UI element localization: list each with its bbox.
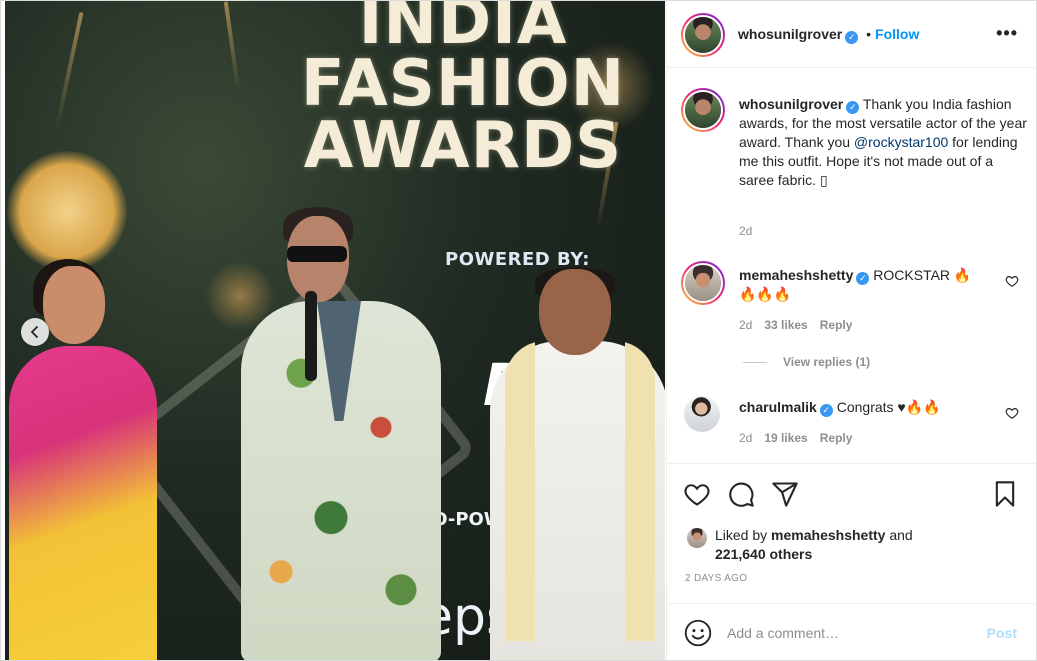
reply-button[interactable]: Reply — [820, 431, 853, 445]
emoji-icon[interactable] — [684, 619, 712, 647]
comment-body: Congrats ♥🔥🔥 — [836, 399, 941, 415]
post-header: whosunilgrover ✓ • Follow ••• — [667, 1, 1036, 68]
avatar-image — [685, 17, 721, 53]
likes-prefix: Liked by — [715, 527, 768, 543]
likes-text: Liked by memaheshshetty and 221,640 othe… — [687, 526, 1027, 564]
view-replies-label: View replies (1) — [783, 355, 871, 369]
comment-age[interactable]: 2d — [739, 431, 752, 445]
caption-username[interactable]: whosunilgrover — [739, 96, 843, 112]
instagram-post-modal: INDIA FASHION AWARDS POWERED BY: D CO-PO… — [0, 0, 1037, 661]
post-side-panel: whosunilgrover ✓ • Follow ••• whosunilgrov… — [666, 1, 1036, 660]
post-photo[interactable]: INDIA FASHION AWARDS POWERED BY: D CO-PO… — [5, 1, 665, 660]
caption-avatar[interactable] — [681, 88, 725, 132]
comment-input[interactable] — [727, 621, 977, 645]
bokeh-light — [7, 151, 127, 271]
person-woman-face — [43, 266, 105, 344]
caption-age[interactable]: 2d — [739, 224, 752, 238]
follow-button[interactable]: Follow — [875, 26, 919, 42]
likes-summary: Liked by memaheshshetty and 221,640 othe… — [687, 526, 1027, 564]
liker-username[interactable]: memaheshshetty — [771, 527, 885, 543]
liker-avatar[interactable] — [687, 528, 707, 548]
event-title-line: FASHION — [300, 47, 626, 121]
avatar-image — [685, 265, 721, 301]
view-replies-button[interactable]: View replies (1) — [743, 355, 870, 369]
verified-badge-icon: ✓ — [845, 31, 859, 44]
author-avatar[interactable] — [681, 13, 725, 57]
bookmark-icon[interactable] — [991, 480, 1019, 508]
share-icon[interactable] — [771, 480, 799, 508]
replies-divider-line — [743, 362, 767, 364]
comment-meta: 2d 33 likes Reply — [739, 318, 864, 332]
reply-button[interactable]: Reply — [820, 318, 853, 332]
person-scarf — [505, 341, 655, 641]
chevron-left-icon — [30, 326, 38, 338]
add-comment-bar: Post — [667, 603, 1036, 660]
heart-icon[interactable] — [683, 480, 711, 508]
post-comment-button[interactable]: Post — [987, 625, 1017, 641]
author-username[interactable]: whosunilgrover — [738, 26, 842, 42]
event-title-line: INDIA — [358, 1, 568, 59]
light-streak — [223, 1, 241, 91]
comment-text: charulmalik ✓ Congrats ♥🔥🔥 — [739, 398, 1029, 417]
comment-body: ROCKSTAR 🔥 — [873, 267, 972, 283]
light-streak — [54, 11, 84, 131]
person-woman-saree — [9, 346, 157, 660]
microphone — [305, 291, 317, 381]
comments-list[interactable]: whosunilgrover ✓ Thank you India fashion … — [667, 69, 1036, 463]
caption-meta: 2d — [739, 224, 764, 238]
header-user-row: whosunilgrover ✓ • Follow — [738, 26, 919, 44]
post-timestamp[interactable]: 2 DAYS AGO — [685, 573, 747, 584]
comment-age[interactable]: 2d — [739, 318, 752, 332]
caption-text: whosunilgrover ✓ Thank you India fashion … — [739, 95, 1029, 190]
comment-text: memaheshshetty ✓ ROCKSTAR 🔥 🔥🔥🔥 — [739, 266, 1029, 304]
comment-body-line2: 🔥🔥🔥 — [739, 286, 792, 302]
more-icon[interactable]: ••• — [996, 23, 1018, 43]
post-actions: Liked by memaheshshetty and 221,640 othe… — [667, 463, 1036, 603]
avatar-image — [685, 92, 721, 128]
comment-icon[interactable] — [727, 480, 755, 508]
verified-badge-icon: ✓ — [819, 404, 833, 417]
like-comment-heart-icon[interactable] — [1005, 406, 1019, 420]
caption-glyph: ▯ — [819, 172, 828, 188]
commenter-avatar[interactable] — [681, 261, 725, 305]
carousel-prev-button[interactable] — [21, 318, 49, 346]
avatar-image — [684, 396, 720, 432]
comment-likes-count[interactable]: 19 likes — [764, 431, 807, 445]
separator-dot: • — [866, 26, 872, 42]
commenter-username[interactable]: memaheshshetty — [739, 267, 853, 283]
likes-and: and — [889, 527, 913, 543]
commenter-username[interactable]: charulmalik — [739, 399, 817, 415]
event-title: INDIA FASHION AWARDS — [293, 1, 633, 183]
person-elder-face — [539, 269, 611, 355]
commenter-avatar[interactable] — [684, 396, 720, 432]
event-title-line: AWARDS — [303, 109, 623, 183]
sunglasses — [287, 246, 347, 262]
comment-likes-count[interactable]: 33 likes — [764, 318, 807, 332]
like-comment-heart-icon[interactable] — [1005, 274, 1019, 288]
comment-meta: 2d 19 likes Reply — [739, 431, 864, 445]
likes-others-link[interactable]: 221,640 others — [715, 546, 812, 562]
avatar-image — [687, 528, 707, 548]
verified-badge-icon: ✓ — [856, 272, 870, 285]
caption-mention-link[interactable]: @rockystar100 — [854, 134, 948, 150]
verified-badge-icon: ✓ — [846, 101, 860, 114]
